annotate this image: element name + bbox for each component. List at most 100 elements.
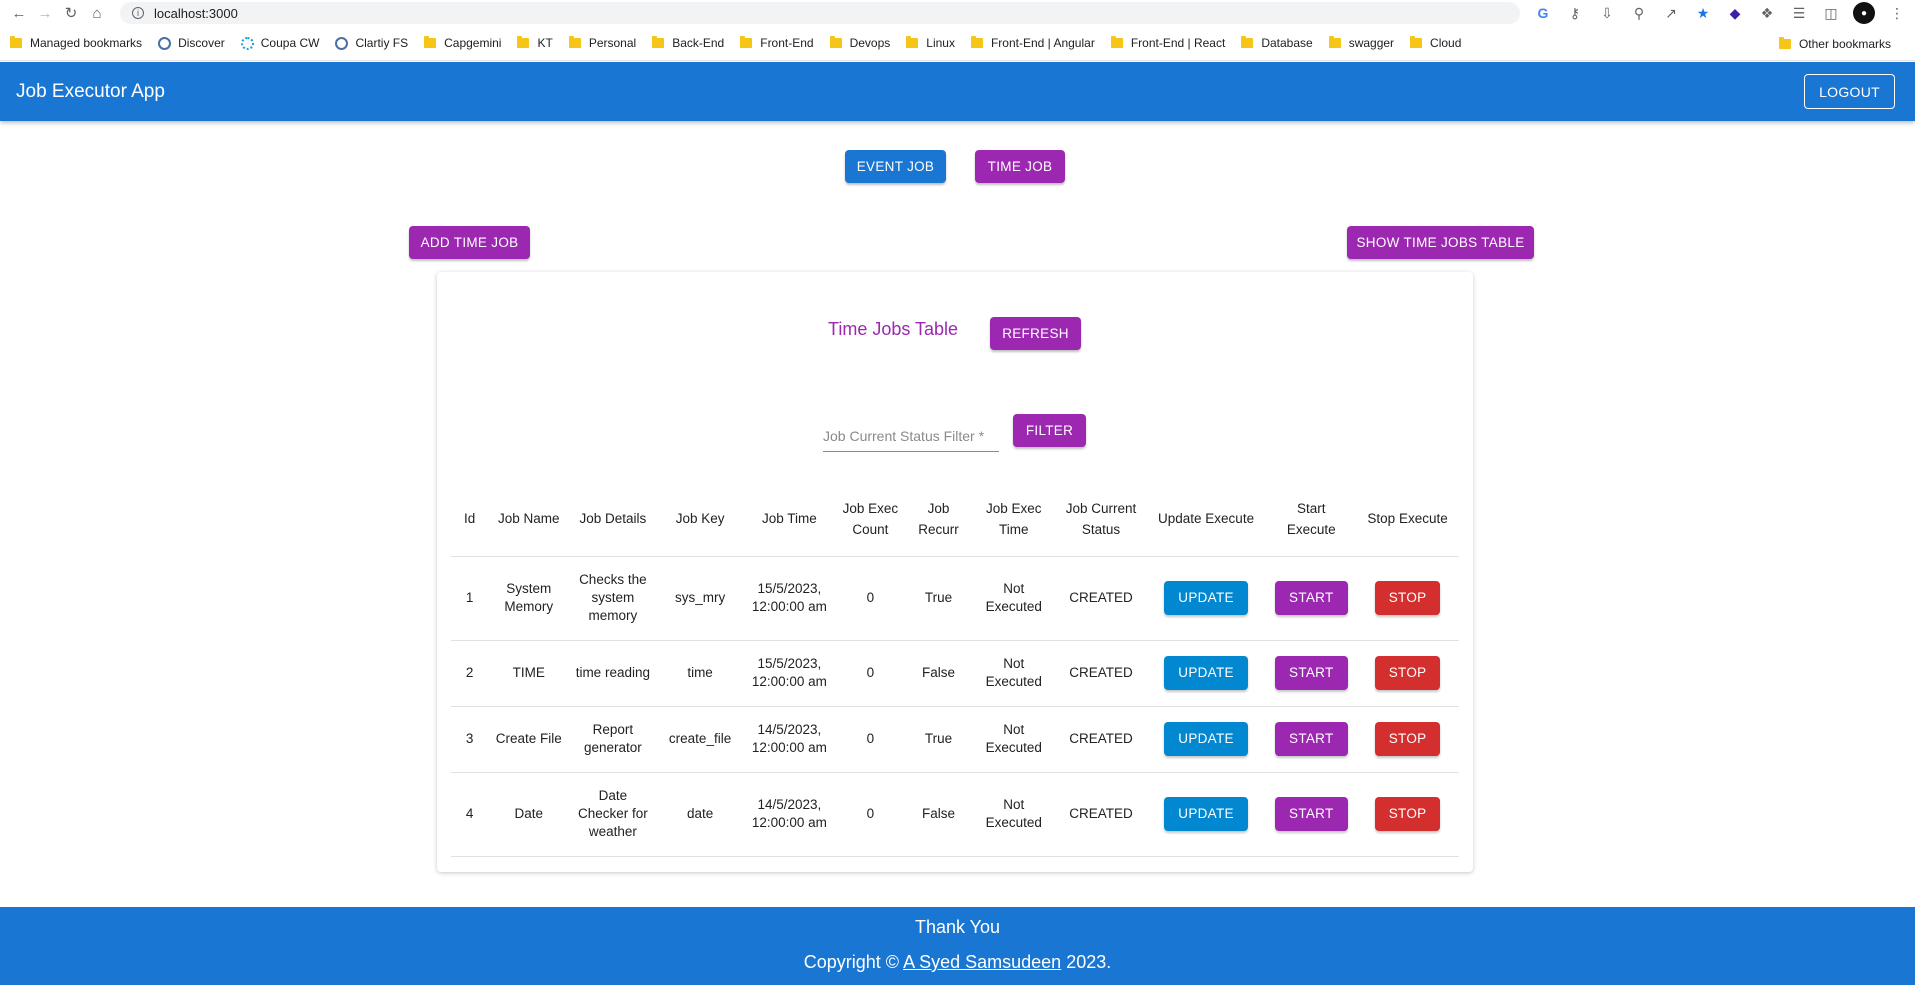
header-start-execute: Start Execute bbox=[1266, 482, 1357, 557]
start-button[interactable]: START bbox=[1275, 797, 1348, 831]
stop-button[interactable]: STOP bbox=[1374, 581, 1441, 615]
cell-job-key: time bbox=[656, 640, 744, 707]
cell-update: UPDATE bbox=[1145, 640, 1267, 707]
time-job-button[interactable]: TIME JOB bbox=[975, 150, 1065, 183]
cell-exec-count: 0 bbox=[834, 772, 906, 857]
bookmark-devops[interactable]: Devops bbox=[829, 36, 890, 50]
stop-button[interactable]: STOP bbox=[1374, 656, 1441, 690]
bookmark-clartiy[interactable]: Clartiy FS bbox=[335, 36, 408, 50]
bookmark-kt[interactable]: KT bbox=[517, 36, 553, 50]
cell-exec-time: Not Executed bbox=[971, 706, 1057, 773]
cell-exec-time: Not Executed bbox=[971, 556, 1057, 641]
cell-job-details: Checks the system memory bbox=[569, 556, 657, 641]
status-filter-field[interactable] bbox=[823, 420, 999, 452]
bookmark-star-icon[interactable]: ★ bbox=[1693, 3, 1713, 23]
bookmark-cloud[interactable]: Cloud bbox=[1410, 36, 1461, 50]
cell-job-name: TIME bbox=[488, 640, 570, 707]
update-button[interactable]: UPDATE bbox=[1164, 581, 1248, 615]
table-title: Time Jobs Table bbox=[828, 319, 959, 339]
coupa-icon bbox=[240, 36, 254, 50]
cell-status: CREATED bbox=[1056, 772, 1146, 857]
start-button[interactable]: START bbox=[1275, 581, 1348, 615]
cell-start: START bbox=[1266, 640, 1357, 707]
site-info-icon[interactable]: i bbox=[132, 7, 144, 19]
bookmark-managed[interactable]: Managed bookmarks bbox=[10, 36, 142, 50]
table-row: 3 Create File Report generator create_fi… bbox=[451, 706, 1459, 773]
update-button[interactable]: UPDATE bbox=[1164, 797, 1248, 831]
filter-button[interactable]: FILTER bbox=[1013, 414, 1086, 447]
app-title: Job Executor App bbox=[16, 80, 165, 102]
header-job-exec-count: Job Exec Count bbox=[834, 482, 906, 557]
cell-start: START bbox=[1266, 556, 1357, 641]
cell-job-key: create_file bbox=[656, 706, 744, 773]
bookmark-database[interactable]: Database bbox=[1241, 36, 1313, 50]
folder-icon bbox=[424, 36, 437, 48]
media-queue-icon[interactable]: ☰ bbox=[1789, 3, 1809, 23]
site-icon bbox=[335, 36, 349, 50]
stop-button[interactable]: STOP bbox=[1374, 797, 1441, 831]
key-icon[interactable]: ⚷ bbox=[1565, 3, 1585, 23]
bookmark-front-end[interactable]: Front-End bbox=[740, 36, 814, 50]
cell-id: 3 bbox=[451, 706, 489, 773]
add-time-job-button[interactable]: ADD TIME JOB bbox=[409, 226, 530, 259]
menu-dots-icon[interactable]: ⋮ bbox=[1887, 3, 1907, 23]
logout-button[interactable]: LOGOUT bbox=[1804, 74, 1895, 109]
footer-copyright: Copyright © A Syed Samsudeen 2023. bbox=[0, 952, 1915, 973]
zoom-icon[interactable]: ⚲ bbox=[1629, 3, 1649, 23]
folder-icon bbox=[829, 36, 842, 48]
reload-icon[interactable]: ↻ bbox=[58, 2, 84, 24]
cell-job-time: 15/5/2023, 12:00:00 am bbox=[743, 640, 835, 707]
cell-job-details: Report generator bbox=[569, 706, 657, 773]
bookmark-linux[interactable]: Linux bbox=[906, 36, 955, 50]
bookmark-front-end-angular[interactable]: Front-End | Angular bbox=[970, 36, 1095, 50]
header-job-details: Job Details bbox=[569, 482, 657, 557]
stop-button[interactable]: STOP bbox=[1374, 722, 1441, 756]
header-update-execute: Update Execute bbox=[1145, 482, 1267, 557]
bookmark-front-end-react[interactable]: Front-End | React bbox=[1110, 36, 1225, 50]
show-time-jobs-table-button[interactable]: SHOW TIME JOBS TABLE bbox=[1347, 226, 1534, 259]
cell-update: UPDATE bbox=[1145, 706, 1267, 773]
cell-recurr: True bbox=[905, 706, 972, 773]
bookmark-coupa[interactable]: Coupa CW bbox=[240, 36, 319, 50]
bookmark-back-end[interactable]: Back-End bbox=[652, 36, 724, 50]
event-job-button[interactable]: EVENT JOB bbox=[845, 150, 946, 183]
back-arrow-icon[interactable]: ← bbox=[6, 2, 32, 24]
forward-arrow-icon[interactable]: → bbox=[32, 2, 58, 24]
cell-job-name: System Memory bbox=[488, 556, 570, 641]
table-row: 2 TIME time reading time 15/5/2023, 12:0… bbox=[451, 640, 1459, 707]
footer: Thank You Copyright © A Syed Samsudeen 2… bbox=[0, 907, 1915, 985]
install-icon[interactable]: ⇩ bbox=[1597, 3, 1617, 23]
cell-start: START bbox=[1266, 772, 1357, 857]
header-job-current-status: Job Current Status bbox=[1056, 482, 1146, 557]
share-icon[interactable]: ↗ bbox=[1661, 3, 1681, 23]
status-filter-input[interactable] bbox=[823, 420, 999, 451]
side-panel-icon[interactable]: ◫ bbox=[1821, 3, 1841, 23]
header-job-recurr: Job Recurr bbox=[905, 482, 972, 557]
address-bar[interactable]: i localhost:3000 bbox=[120, 2, 1520, 24]
bookmark-personal[interactable]: Personal bbox=[568, 36, 636, 50]
extensions-puzzle-icon[interactable]: ❖ bbox=[1757, 3, 1777, 23]
folder-icon bbox=[740, 36, 753, 48]
update-button[interactable]: UPDATE bbox=[1164, 722, 1248, 756]
start-button[interactable]: START bbox=[1275, 722, 1348, 756]
refresh-button[interactable]: REFRESH bbox=[990, 317, 1081, 350]
extension-layers-icon[interactable]: ◆ bbox=[1725, 3, 1745, 23]
home-icon[interactable]: ⌂ bbox=[84, 2, 110, 24]
author-link[interactable]: A Syed Samsudeen bbox=[903, 952, 1061, 972]
bookmark-capgemini[interactable]: Capgemini bbox=[424, 36, 501, 50]
profile-avatar[interactable]: ● bbox=[1853, 2, 1875, 24]
update-button[interactable]: UPDATE bbox=[1164, 656, 1248, 690]
bookmark-swagger[interactable]: swagger bbox=[1328, 36, 1394, 50]
folder-icon bbox=[906, 36, 919, 48]
table-row: 4 Date Date Checker for weather date 14/… bbox=[451, 772, 1459, 857]
copyright-suffix: 2023. bbox=[1061, 952, 1112, 972]
folder-icon bbox=[1110, 36, 1123, 48]
start-button[interactable]: START bbox=[1275, 656, 1348, 690]
folder-icon bbox=[652, 36, 665, 48]
cell-status: CREATED bbox=[1056, 706, 1146, 773]
cell-job-time: 14/5/2023, 12:00:00 am bbox=[743, 772, 835, 857]
bookmark-discover[interactable]: Discover bbox=[158, 36, 225, 50]
bookmarks-bar: Managed bookmarks Discover Coupa CW Clar… bbox=[0, 26, 1915, 61]
google-icon[interactable]: G bbox=[1533, 3, 1553, 23]
bookmark-other[interactable]: Other bookmarks bbox=[1778, 26, 1891, 61]
